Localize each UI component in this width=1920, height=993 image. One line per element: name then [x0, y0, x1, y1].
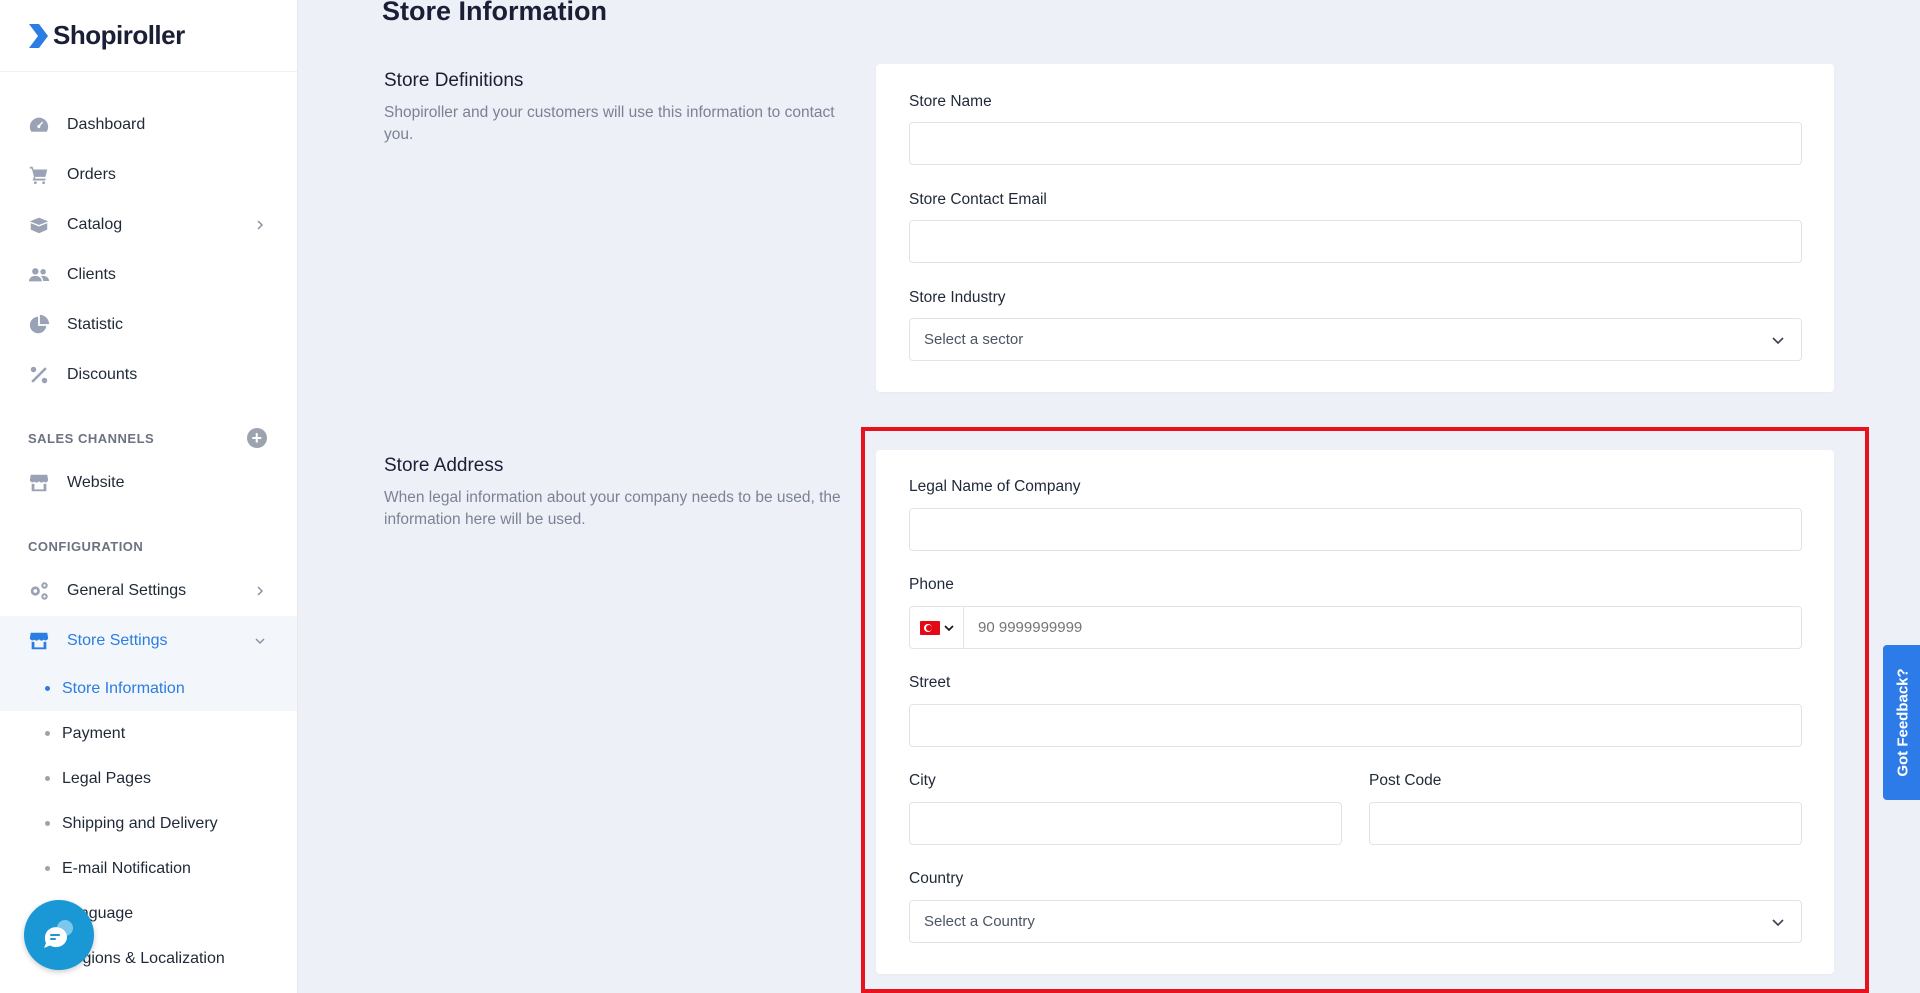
percent-icon	[28, 364, 50, 386]
bullet-icon	[45, 776, 50, 781]
sales-channels-title: SALES CHANNELS	[28, 430, 155, 446]
gears-icon	[28, 580, 50, 602]
submenu-item-label: Shipping and Delivery	[62, 814, 218, 832]
store-contact-email-label: Store Contact Email	[909, 191, 1047, 208]
feedback-tab[interactable]: Got Feedback?	[1883, 645, 1920, 800]
sidebar-item-discounts[interactable]: Discounts	[0, 350, 297, 400]
sidebar-item-label: Dashboard	[67, 116, 146, 133]
sidebar-item-label: Orders	[67, 166, 116, 183]
pie-chart-icon	[28, 314, 50, 336]
sidebar-item-catalog[interactable]: Catalog	[0, 200, 297, 250]
store-definitions-card: Store Name Store Contact Email Store Ind…	[876, 64, 1834, 392]
page-title: Store Information	[382, 0, 608, 26]
sidebar-item-label: Discounts	[67, 366, 138, 383]
submenu-item-label: Store Information	[62, 679, 185, 697]
highlight-frame	[861, 427, 1869, 993]
sidebar-item-label: Website	[67, 474, 125, 491]
sidebar-item-label: Statistic	[67, 316, 124, 333]
store-definitions-intro: Store Definitions Shopiroller and your c…	[384, 70, 854, 146]
store-icon	[28, 630, 50, 652]
store-icon	[28, 472, 50, 494]
bullet-icon	[45, 866, 50, 871]
section-title: Store Address	[384, 455, 504, 476]
chevron-right-icon	[257, 220, 264, 230]
submenu-item-label: Legal Pages	[62, 769, 151, 787]
logo[interactable]: Shopiroller	[0, 0, 297, 72]
sidebar-item-website[interactable]: Website	[0, 458, 297, 508]
configuration-heading: CONFIGURATION	[0, 526, 297, 566]
store-name-label: Store Name	[909, 93, 992, 110]
submenu-item-label: E-mail Notification	[62, 859, 191, 877]
users-icon	[28, 264, 50, 286]
sidebar: Shopiroller Dashboard Orders Catalog Cli…	[0, 0, 298, 993]
select-placeholder: Select a sector	[924, 331, 1024, 348]
cart-icon	[28, 164, 50, 186]
sidebar-item-statistic[interactable]: Statistic	[0, 300, 297, 350]
feedback-label: Got Feedback?	[1894, 668, 1912, 777]
submenu-item-store-information[interactable]: Store Information	[0, 666, 297, 711]
store-industry-select[interactable]: Select a sector	[909, 318, 1802, 361]
bullet-icon	[45, 821, 50, 826]
chevron-down-icon	[255, 638, 265, 645]
bullet-icon	[45, 686, 50, 691]
section-title: Store Definitions	[384, 70, 524, 91]
sidebar-item-general-settings[interactable]: General Settings	[0, 566, 297, 616]
store-contact-email-input[interactable]	[909, 220, 1802, 263]
chevron-down-icon	[1772, 336, 1784, 344]
store-address-intro: Store Address When legal information abo…	[384, 455, 854, 531]
chat-icon	[44, 920, 73, 948]
sidebar-item-label: Catalog	[67, 216, 123, 233]
sidebar-item-dashboard[interactable]: Dashboard	[0, 100, 297, 150]
sales-channels-heading: SALES CHANNELS +	[0, 418, 297, 458]
shopiroller-logo-icon	[29, 23, 48, 48]
sidebar-item-orders[interactable]: Orders	[0, 150, 297, 200]
catalog-icon	[28, 214, 50, 236]
chevron-right-icon	[257, 586, 264, 596]
store-name-input[interactable]	[909, 122, 1802, 165]
sidebar-item-clients[interactable]: Clients	[0, 250, 297, 300]
chat-button[interactable]	[24, 900, 94, 970]
sidebar-item-store-settings[interactable]: Store Settings	[0, 616, 297, 666]
sidebar-item-label: Clients	[67, 266, 116, 283]
submenu-item-email-notification[interactable]: E-mail Notification	[0, 846, 297, 891]
submenu-item-shipping[interactable]: Shipping and Delivery	[0, 801, 297, 846]
section-description: Shopiroller and your customers will use …	[384, 104, 835, 143]
sidebar-item-label: General Settings	[67, 582, 187, 599]
section-description: When legal information about your compan…	[384, 489, 841, 528]
configuration-title: CONFIGURATION	[28, 538, 144, 554]
brand-name: Shopiroller	[53, 20, 185, 50]
submenu-item-payment[interactable]: Payment	[0, 711, 297, 756]
submenu-item-label: Payment	[62, 724, 126, 742]
dashboard-icon	[28, 114, 50, 136]
submenu-item-legal-pages[interactable]: Legal Pages	[0, 756, 297, 801]
bullet-icon	[45, 731, 50, 736]
store-industry-label: Store Industry	[909, 289, 1006, 306]
add-sales-channel-icon[interactable]: +	[247, 428, 267, 448]
main-nav: Dashboard Orders Catalog Clients Statist…	[0, 72, 297, 981]
sidebar-item-label: Store Settings	[67, 632, 168, 649]
